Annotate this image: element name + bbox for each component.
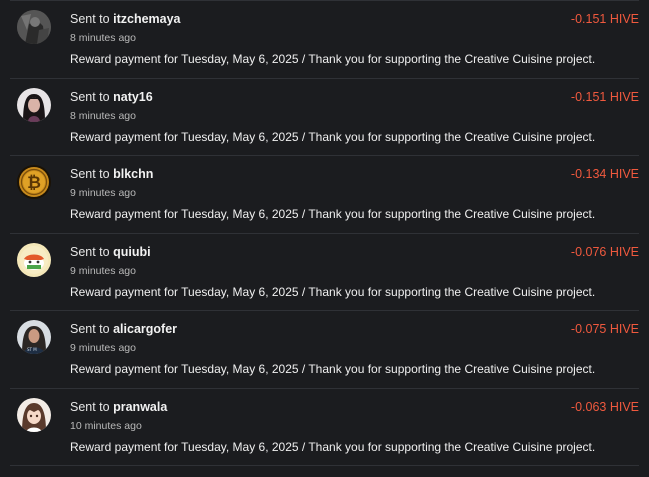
transaction-row: Sent to quiubi 9 minutes ago Reward paym… — [10, 232, 639, 311]
timestamp: 10 minutes ago — [70, 419, 142, 432]
recipient-link[interactable]: naty16 — [113, 90, 153, 104]
transaction-row: Sent to naty16 8 minutes ago Reward paym… — [10, 77, 639, 156]
memo-text: Reward payment for Tuesday, May 6, 2025 … — [70, 362, 596, 377]
person-photo-icon[interactable] — [17, 10, 51, 44]
amount: -0.063 HIVE — [570, 399, 639, 414]
timestamp: 9 minutes ago — [70, 342, 136, 355]
transaction-list: Sent to itzchemaya 8 minutes ago Reward … — [0, 0, 649, 477]
timestamp: 9 minutes ago — [70, 264, 136, 277]
transaction-title: Sent to alicargofer — [70, 322, 177, 336]
transaction-title: Sent to itzchemaya — [70, 12, 181, 26]
transaction-title: Sent to naty16 — [70, 90, 153, 104]
amount: -0.134 HIVE — [570, 167, 639, 182]
sent-label: Sent to — [70, 322, 110, 337]
woman-photo-icon[interactable] — [17, 87, 51, 122]
recipient-link[interactable]: itzchemaya — [113, 12, 180, 26]
svg-text:ST M: ST M — [27, 347, 37, 352]
recipient-link[interactable]: alicargofer — [113, 322, 177, 336]
amount: -0.151 HIVE — [570, 89, 639, 104]
recipient-link[interactable]: blkchn — [113, 167, 153, 181]
timestamp: 8 minutes ago — [70, 109, 136, 122]
memo-text: Reward payment for Tuesday, May 6, 2025 … — [70, 284, 596, 299]
transaction-title: Sent to blkchn — [70, 167, 153, 181]
anime-girl-icon[interactable] — [17, 397, 51, 432]
transaction-row: ST M Sent to alicargofer 9 minutes ago R… — [10, 310, 639, 388]
memo-text: Reward payment for Tuesday, May 6, 2025 … — [70, 52, 596, 66]
amount: -0.075 HIVE — [570, 322, 639, 337]
woman-portrait-icon[interactable]: ST M — [17, 320, 51, 355]
recipient-link[interactable]: pranwala — [113, 400, 167, 414]
transaction-row: Sent to itzchemaya 8 minutes ago Reward … — [10, 0, 639, 78]
memo-text: Reward payment for Tuesday, May 6, 2025 … — [70, 207, 596, 222]
sent-label: Sent to — [70, 89, 110, 104]
sent-label: Sent to — [70, 12, 110, 26]
transaction-title: Sent to quiubi — [70, 245, 151, 259]
cartoon-avatar-icon[interactable] — [17, 242, 51, 277]
transaction-row: Sent to pranwala 10 minutes ago Reward p… — [10, 387, 639, 466]
transaction-row: ₿ Sent to blkchn 9 minutes ago Reward pa… — [10, 155, 639, 233]
transaction-title: Sent to pranwala — [70, 400, 167, 414]
memo-text: Reward payment for Tuesday, May 6, 2025 … — [70, 129, 596, 144]
svg-text:₿: ₿ — [27, 173, 41, 193]
timestamp: 9 minutes ago — [70, 187, 136, 200]
timestamp: 8 minutes ago — [70, 32, 136, 44]
sent-label: Sent to — [70, 399, 110, 414]
bitcoin-coin-icon[interactable]: ₿ — [17, 165, 51, 200]
sent-label: Sent to — [70, 167, 110, 182]
recipient-link[interactable]: quiubi — [113, 245, 151, 259]
amount: -0.151 HIVE — [570, 12, 639, 26]
amount: -0.076 HIVE — [570, 244, 639, 259]
memo-text: Reward payment for Tuesday, May 6, 2025 … — [70, 439, 596, 454]
sent-label: Sent to — [70, 244, 110, 259]
